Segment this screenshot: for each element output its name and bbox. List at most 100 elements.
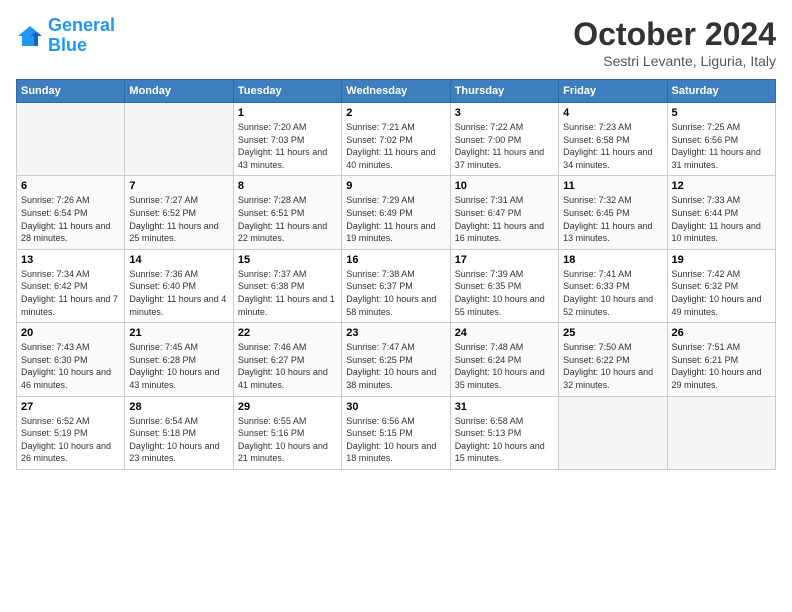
page-header: General Blue October 2024 Sestri Levante… xyxy=(16,16,776,69)
calendar-week-4: 20 Sunrise: 7:43 AM Sunset: 6:30 PM Dayli… xyxy=(17,323,776,396)
calendar-cell: 30Sunrise: 6:56 AM Sunset: 5:15 PM Dayli… xyxy=(342,396,450,469)
calendar-cell: 6 Sunrise: 7:26 AM Sunset: 6:54 PM Daylig… xyxy=(17,176,125,249)
calendar-header-friday: Friday xyxy=(559,80,667,103)
day-info: Sunrise: 7:36 AM Sunset: 6:40 PM Dayligh… xyxy=(129,268,228,318)
day-info: Sunrise: 7:23 AM Sunset: 6:58 PM Dayligh… xyxy=(563,121,662,171)
day-number: 4 xyxy=(563,107,662,119)
calendar-cell: 22 Sunrise: 7:46 AM Sunset: 6:27 PM Dayli… xyxy=(233,323,341,396)
day-number: 23 xyxy=(346,327,445,339)
calendar-cell: 23 Sunrise: 7:47 AM Sunset: 6:25 PM Dayli… xyxy=(342,323,450,396)
day-info: Sunrise: 7:27 AM Sunset: 6:52 PM Dayligh… xyxy=(129,194,228,244)
day-info: Sunrise: 7:45 AM Sunset: 6:28 PM Dayligh… xyxy=(129,341,228,391)
calendar-cell: 21 Sunrise: 7:45 AM Sunset: 6:28 PM Dayli… xyxy=(125,323,233,396)
calendar-cell: 24 Sunrise: 7:48 AM Sunset: 6:24 PM Dayli… xyxy=(450,323,558,396)
day-info: Sunrise: 6:58 AM Sunset: 5:13 PM Dayligh… xyxy=(455,415,554,465)
day-info: Sunrise: 7:48 AM Sunset: 6:24 PM Dayligh… xyxy=(455,341,554,391)
calendar-cell: 16 Sunrise: 7:38 AM Sunset: 6:37 PM Dayli… xyxy=(342,249,450,322)
day-number: 22 xyxy=(238,327,337,339)
calendar-header-tuesday: Tuesday xyxy=(233,80,341,103)
day-number: 15 xyxy=(238,254,337,266)
day-number: 2 xyxy=(346,107,445,119)
day-number: 11 xyxy=(563,180,662,192)
title-block: October 2024 Sestri Levante, Liguria, It… xyxy=(573,16,776,69)
day-info: Sunrise: 7:29 AM Sunset: 6:49 PM Dayligh… xyxy=(346,194,445,244)
calendar-cell: 4 Sunrise: 7:23 AM Sunset: 6:58 PM Daylig… xyxy=(559,103,667,176)
day-number: 19 xyxy=(672,254,771,266)
calendar-cell: 13 Sunrise: 7:34 AM Sunset: 6:42 PM Dayli… xyxy=(17,249,125,322)
day-info: Sunrise: 7:22 AM Sunset: 7:00 PM Dayligh… xyxy=(455,121,554,171)
day-number: 10 xyxy=(455,180,554,192)
day-number: 7 xyxy=(129,180,228,192)
day-info: Sunrise: 7:33 AM Sunset: 6:44 PM Dayligh… xyxy=(672,194,771,244)
day-number: 25 xyxy=(563,327,662,339)
day-number: 24 xyxy=(455,327,554,339)
calendar-cell: 19Sunrise: 7:42 AM Sunset: 6:32 PM Dayli… xyxy=(667,249,775,322)
day-info: Sunrise: 7:20 AM Sunset: 7:03 PM Dayligh… xyxy=(238,121,337,171)
calendar-header-sunday: Sunday xyxy=(17,80,125,103)
calendar-cell xyxy=(125,103,233,176)
calendar-cell: 3Sunrise: 7:22 AM Sunset: 7:00 PM Daylig… xyxy=(450,103,558,176)
day-number: 27 xyxy=(21,401,120,413)
calendar-body: 1 Sunrise: 7:20 AM Sunset: 7:03 PM Daylig… xyxy=(17,103,776,470)
calendar-cell: 18Sunrise: 7:41 AM Sunset: 6:33 PM Dayli… xyxy=(559,249,667,322)
calendar-cell xyxy=(559,396,667,469)
calendar-cell: 12 Sunrise: 7:33 AM Sunset: 6:44 PM Dayli… xyxy=(667,176,775,249)
calendar-header-monday: Monday xyxy=(125,80,233,103)
calendar-header-saturday: Saturday xyxy=(667,80,775,103)
day-info: Sunrise: 7:47 AM Sunset: 6:25 PM Dayligh… xyxy=(346,341,445,391)
day-number: 14 xyxy=(129,254,228,266)
calendar-week-3: 13 Sunrise: 7:34 AM Sunset: 6:42 PM Dayli… xyxy=(17,249,776,322)
calendar-week-1: 1 Sunrise: 7:20 AM Sunset: 7:03 PM Daylig… xyxy=(17,103,776,176)
day-number: 29 xyxy=(238,401,337,413)
day-info: Sunrise: 6:55 AM Sunset: 5:16 PM Dayligh… xyxy=(238,415,337,465)
day-number: 12 xyxy=(672,180,771,192)
day-number: 28 xyxy=(129,401,228,413)
day-info: Sunrise: 7:37 AM Sunset: 6:38 PM Dayligh… xyxy=(238,268,337,318)
day-number: 5 xyxy=(672,107,771,119)
day-number: 1 xyxy=(238,107,337,119)
day-info: Sunrise: 7:31 AM Sunset: 6:47 PM Dayligh… xyxy=(455,194,554,244)
day-info: Sunrise: 7:21 AM Sunset: 7:02 PM Dayligh… xyxy=(346,121,445,171)
calendar-cell: 11 Sunrise: 7:32 AM Sunset: 6:45 PM Dayli… xyxy=(559,176,667,249)
calendar-week-5: 27 Sunrise: 6:52 AM Sunset: 5:19 PM Dayli… xyxy=(17,396,776,469)
day-info: Sunrise: 7:34 AM Sunset: 6:42 PM Dayligh… xyxy=(21,268,120,318)
logo-text: General Blue xyxy=(48,16,115,56)
day-info: Sunrise: 7:50 AM Sunset: 6:22 PM Dayligh… xyxy=(563,341,662,391)
day-number: 6 xyxy=(21,180,120,192)
calendar-cell: 5Sunrise: 7:25 AM Sunset: 6:56 PM Daylig… xyxy=(667,103,775,176)
day-number: 13 xyxy=(21,254,120,266)
calendar-cell: 7 Sunrise: 7:27 AM Sunset: 6:52 PM Daylig… xyxy=(125,176,233,249)
calendar-cell: 2 Sunrise: 7:21 AM Sunset: 7:02 PM Daylig… xyxy=(342,103,450,176)
calendar-cell: 17Sunrise: 7:39 AM Sunset: 6:35 PM Dayli… xyxy=(450,249,558,322)
day-number: 17 xyxy=(455,254,554,266)
day-number: 9 xyxy=(346,180,445,192)
day-info: Sunrise: 7:46 AM Sunset: 6:27 PM Dayligh… xyxy=(238,341,337,391)
calendar-cell: 29 Sunrise: 6:55 AM Sunset: 5:16 PM Dayli… xyxy=(233,396,341,469)
calendar-cell: 31Sunrise: 6:58 AM Sunset: 5:13 PM Dayli… xyxy=(450,396,558,469)
calendar-cell xyxy=(667,396,775,469)
calendar-cell: 26Sunrise: 7:51 AM Sunset: 6:21 PM Dayli… xyxy=(667,323,775,396)
day-info: Sunrise: 7:41 AM Sunset: 6:33 PM Dayligh… xyxy=(563,268,662,318)
location-subtitle: Sestri Levante, Liguria, Italy xyxy=(573,53,776,69)
day-number: 16 xyxy=(346,254,445,266)
day-info: Sunrise: 6:52 AM Sunset: 5:19 PM Dayligh… xyxy=(21,415,120,465)
logo: General Blue xyxy=(16,16,115,56)
calendar-cell: 28 Sunrise: 6:54 AM Sunset: 5:18 PM Dayli… xyxy=(125,396,233,469)
day-info: Sunrise: 7:43 AM Sunset: 6:30 PM Dayligh… xyxy=(21,341,120,391)
calendar-table: SundayMondayTuesdayWednesdayThursdayFrid… xyxy=(16,79,776,470)
calendar-cell: 8Sunrise: 7:28 AM Sunset: 6:51 PM Daylig… xyxy=(233,176,341,249)
day-number: 21 xyxy=(129,327,228,339)
calendar-cell: 20 Sunrise: 7:43 AM Sunset: 6:30 PM Dayli… xyxy=(17,323,125,396)
day-info: Sunrise: 6:56 AM Sunset: 5:15 PM Dayligh… xyxy=(346,415,445,465)
day-info: Sunrise: 7:38 AM Sunset: 6:37 PM Dayligh… xyxy=(346,268,445,318)
calendar-week-2: 6 Sunrise: 7:26 AM Sunset: 6:54 PM Daylig… xyxy=(17,176,776,249)
calendar-cell: 1 Sunrise: 7:20 AM Sunset: 7:03 PM Daylig… xyxy=(233,103,341,176)
day-info: Sunrise: 7:32 AM Sunset: 6:45 PM Dayligh… xyxy=(563,194,662,244)
day-info: Sunrise: 7:26 AM Sunset: 6:54 PM Dayligh… xyxy=(21,194,120,244)
day-number: 8 xyxy=(238,180,337,192)
day-number: 20 xyxy=(21,327,120,339)
day-info: Sunrise: 6:54 AM Sunset: 5:18 PM Dayligh… xyxy=(129,415,228,465)
day-info: Sunrise: 7:51 AM Sunset: 6:21 PM Dayligh… xyxy=(672,341,771,391)
calendar-header-row: SundayMondayTuesdayWednesdayThursdayFrid… xyxy=(17,80,776,103)
calendar-cell: 14 Sunrise: 7:36 AM Sunset: 6:40 PM Dayli… xyxy=(125,249,233,322)
